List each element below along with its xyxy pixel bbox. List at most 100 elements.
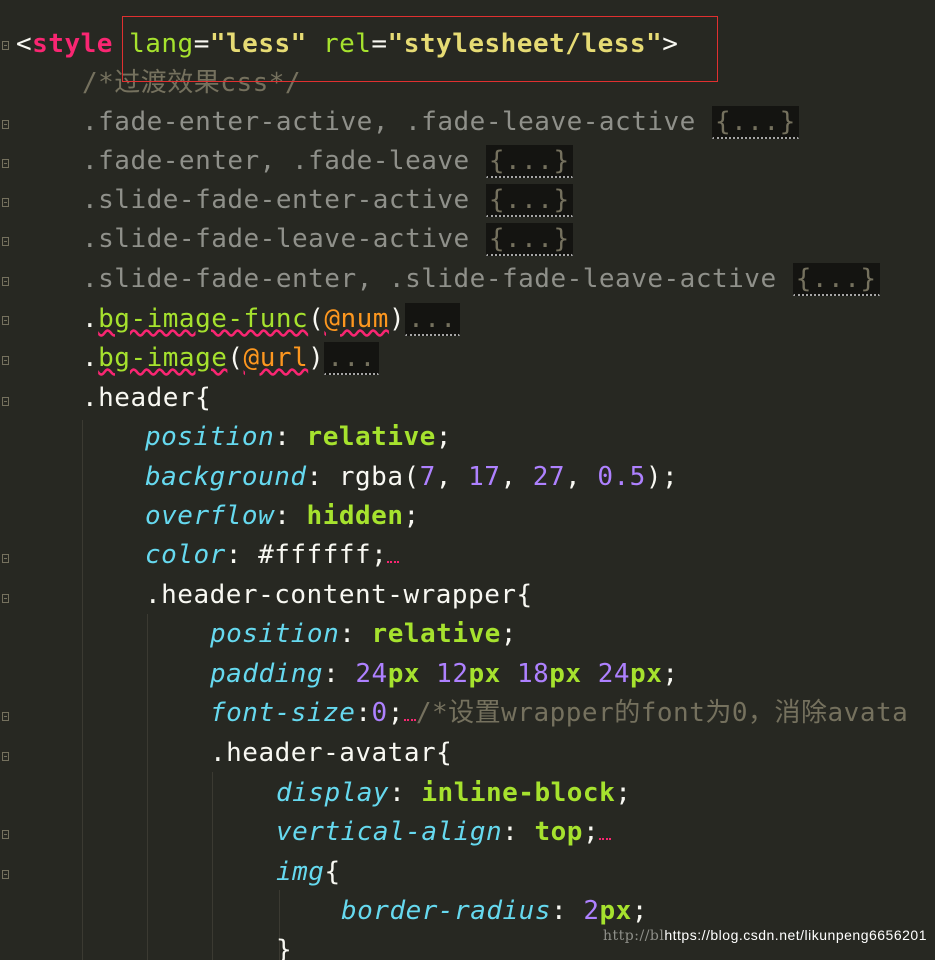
code-editor[interactable]: <style lang="less" rel="stylesheet/less"…	[0, 0, 935, 960]
code-line[interactable]: color: #ffffff;	[145, 535, 400, 575]
fold-marker-icon[interactable]	[2, 159, 9, 168]
tag-name: style	[32, 29, 113, 59]
semicolon: ;	[631, 896, 648, 926]
code-line[interactable]: position: relative;	[145, 417, 452, 457]
fold-marker-icon[interactable]	[2, 120, 9, 129]
tag-open-bracket: <	[16, 29, 33, 59]
unit: px	[630, 659, 663, 689]
code-line[interactable]: .header{	[82, 378, 211, 418]
property-value: #ffffff	[258, 540, 372, 570]
property-value: hidden	[306, 501, 404, 531]
property-name: background	[145, 462, 307, 492]
code-line[interactable]: img{	[276, 852, 341, 892]
number: 2	[583, 896, 600, 926]
code-line[interactable]: .header-content-wrapper{	[145, 575, 533, 615]
code-line[interactable]: position: relative;	[210, 614, 517, 654]
semicolon: ;	[435, 422, 452, 452]
property-value: relative	[306, 422, 436, 452]
code-line[interactable]: padding: 24px 12px 18px 24px;	[210, 654, 679, 694]
property-name: display	[276, 778, 390, 808]
fold-marker-icon[interactable]	[2, 870, 9, 879]
fold-marker-icon[interactable]	[2, 712, 9, 721]
code-line[interactable]: .header-avatar{	[210, 733, 452, 773]
selector: .fade-enter, .fade-leave	[82, 146, 470, 176]
fold-gutter	[0, 0, 12, 960]
folded-block[interactable]: {...}	[485, 223, 573, 256]
semicolon: ;	[403, 501, 420, 531]
property-name: position	[210, 619, 340, 649]
code-line[interactable]: .fade-enter-active, .fade-leave-active {…	[82, 102, 799, 142]
colon: :	[339, 619, 372, 649]
code-line[interactable]: .fade-enter, .fade-leave {...}	[82, 141, 573, 181]
code-line[interactable]: }	[276, 930, 292, 960]
property-name: padding	[210, 659, 324, 689]
watermark: http://blhttps://blog.csdn.net/likunpeng…	[603, 927, 927, 944]
fold-marker-icon[interactable]	[2, 830, 9, 839]
comma: ,	[565, 462, 598, 492]
fold-marker-icon[interactable]	[2, 237, 9, 246]
mixin-dot: .	[82, 343, 99, 373]
colon: :	[502, 817, 535, 847]
code-line[interactable]: overflow: hidden;	[145, 496, 420, 536]
fold-marker-icon[interactable]	[2, 356, 9, 365]
colon: :	[225, 540, 259, 570]
fold-marker-icon[interactable]	[2, 752, 9, 761]
function-close: );	[645, 462, 679, 492]
semicolon: ;	[582, 817, 600, 847]
code-line[interactable]: .slide-fade-enter-active {...}	[82, 180, 573, 220]
comma: ,	[500, 462, 533, 492]
code-line[interactable]: background: rgba(7, 17, 27, 0.5);	[145, 457, 678, 497]
paren-open: (	[308, 304, 325, 334]
code-line[interactable]: .bg-image-func(@num)...	[82, 299, 460, 339]
unit: px	[549, 659, 582, 689]
colon: :	[274, 501, 307, 531]
highlight-box	[122, 16, 718, 82]
fold-marker-icon[interactable]	[2, 316, 9, 325]
code-line[interactable]: .slide-fade-leave-active {...}	[82, 219, 573, 259]
semicolon: ;	[387, 698, 404, 728]
fold-marker-icon[interactable]	[2, 397, 9, 406]
fold-marker-icon[interactable]	[2, 554, 9, 563]
fold-marker-icon[interactable]	[2, 277, 9, 286]
comment: /*设置wrapper的font为0，消除avata	[415, 698, 909, 728]
number: 24	[597, 659, 631, 689]
colon: :	[551, 896, 584, 926]
paren-close: )	[308, 343, 325, 373]
folded-block[interactable]: {...}	[485, 184, 573, 217]
property-name: color	[145, 540, 226, 570]
mixin-arg: @num	[324, 304, 389, 334]
code-line[interactable]: .slide-fade-enter, .slide-fade-leave-act…	[82, 259, 880, 299]
folded-block[interactable]: {...}	[711, 106, 799, 139]
lint-warning-icon	[403, 701, 416, 721]
number: 0.5	[597, 462, 646, 492]
code-line[interactable]: display: inline-block;	[276, 773, 631, 813]
semicolon: ;	[500, 619, 517, 649]
code-line[interactable]: .bg-image(@url)...	[82, 338, 379, 378]
unit: px	[468, 659, 501, 689]
code-line[interactable]: font-size:0; /*设置wrapper的font为0，消除avata	[210, 693, 908, 733]
property-name: vertical-align	[276, 817, 503, 847]
watermark-ghost-text: http://bl	[603, 928, 665, 944]
property-name: position	[145, 422, 275, 452]
fold-marker-icon[interactable]	[2, 198, 9, 207]
colon: :	[274, 422, 307, 452]
property-name: border-radius	[341, 896, 551, 926]
property-value: top	[534, 817, 583, 847]
colon: :	[389, 778, 422, 808]
fold-marker-icon[interactable]	[2, 41, 9, 50]
indent-guide	[147, 614, 148, 960]
folded-block[interactable]: {...}	[792, 263, 880, 296]
selector: img	[276, 857, 325, 887]
semicolon: ;	[615, 778, 632, 808]
folded-block[interactable]: ...	[324, 342, 379, 375]
number: 12	[436, 659, 469, 689]
brace: {	[195, 383, 212, 413]
mixin-name: bg-image	[98, 343, 228, 373]
fold-marker-icon[interactable]	[2, 594, 9, 603]
code-line[interactable]: border-radius: 2px;	[341, 891, 648, 931]
folded-block[interactable]: ...	[405, 303, 460, 336]
code-line[interactable]: vertical-align: top;	[276, 812, 612, 852]
selector: .slide-fade-enter, .slide-fade-leave-act…	[82, 264, 777, 294]
semicolon: ;	[662, 659, 679, 689]
folded-block[interactable]: {...}	[485, 145, 573, 178]
